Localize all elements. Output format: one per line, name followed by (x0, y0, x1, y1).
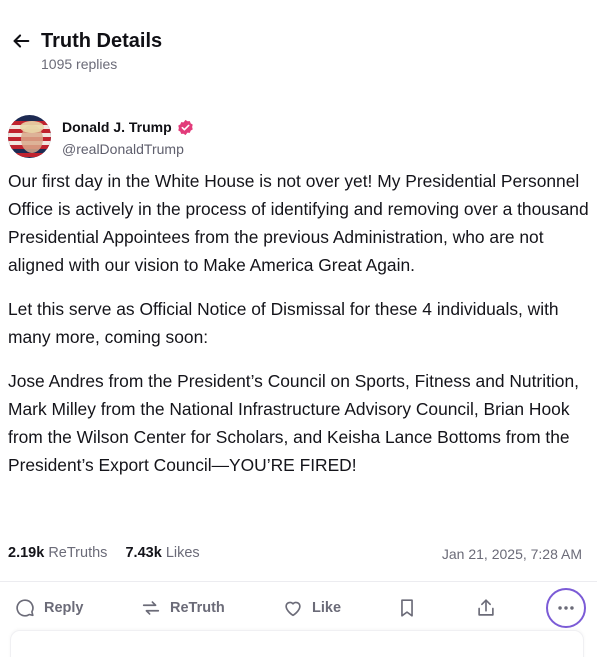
page-header: Truth Details 1095 replies (0, 0, 597, 90)
retruth-button[interactable]: ReTruth (140, 595, 225, 621)
page-title: Truth Details (41, 30, 163, 52)
share-icon (478, 599, 494, 616)
action-bar: Reply ReTruth Like (0, 582, 597, 634)
retruths-count[interactable]: 2.19k (8, 545, 44, 561)
bookmark-button[interactable] (396, 595, 418, 621)
avatar[interactable] (8, 115, 51, 158)
post-paragraph: Our first day in the White House is not … (8, 171, 589, 275)
like-button[interactable]: Like (282, 595, 341, 621)
post-body: Our first day in the White House is not … (8, 167, 590, 479)
more-options-button[interactable] (546, 588, 586, 628)
likes-label[interactable]: Likes (166, 545, 200, 561)
author-name[interactable]: Donald J. Trump (62, 119, 172, 135)
post-stats: 2.19k ReTruths 7.43k Likes (8, 544, 200, 562)
author-handle[interactable]: @realDonaldTrump (62, 141, 184, 157)
retruth-label: ReTruth (170, 600, 225, 616)
post-paragraph: Let this serve as Official Notice of Dis… (8, 299, 559, 347)
post-timestamp: Jan 21, 2025, 7:28 AM (441, 546, 582, 562)
post-paragraph: Jose Andres from the President’s Council… (8, 371, 579, 475)
next-reply-card (10, 630, 584, 657)
like-label: Like (312, 600, 342, 616)
bookmark-icon (401, 599, 413, 617)
reply-button[interactable]: Reply (14, 595, 84, 621)
likes-count[interactable]: 7.43k (125, 545, 161, 561)
share-button[interactable] (475, 595, 497, 621)
post-author: Donald J. Trump @realDonaldTrump (8, 115, 408, 159)
reply-icon (16, 599, 34, 617)
verified-badge-icon (177, 119, 194, 136)
more-icon (558, 606, 574, 610)
retruths-label[interactable]: ReTruths (48, 545, 107, 561)
back-arrow-icon[interactable] (10, 30, 32, 52)
like-icon (285, 601, 301, 617)
reply-label: Reply (44, 600, 84, 616)
reply-count: 1095 replies (41, 56, 118, 72)
retruth-icon (142, 601, 160, 615)
